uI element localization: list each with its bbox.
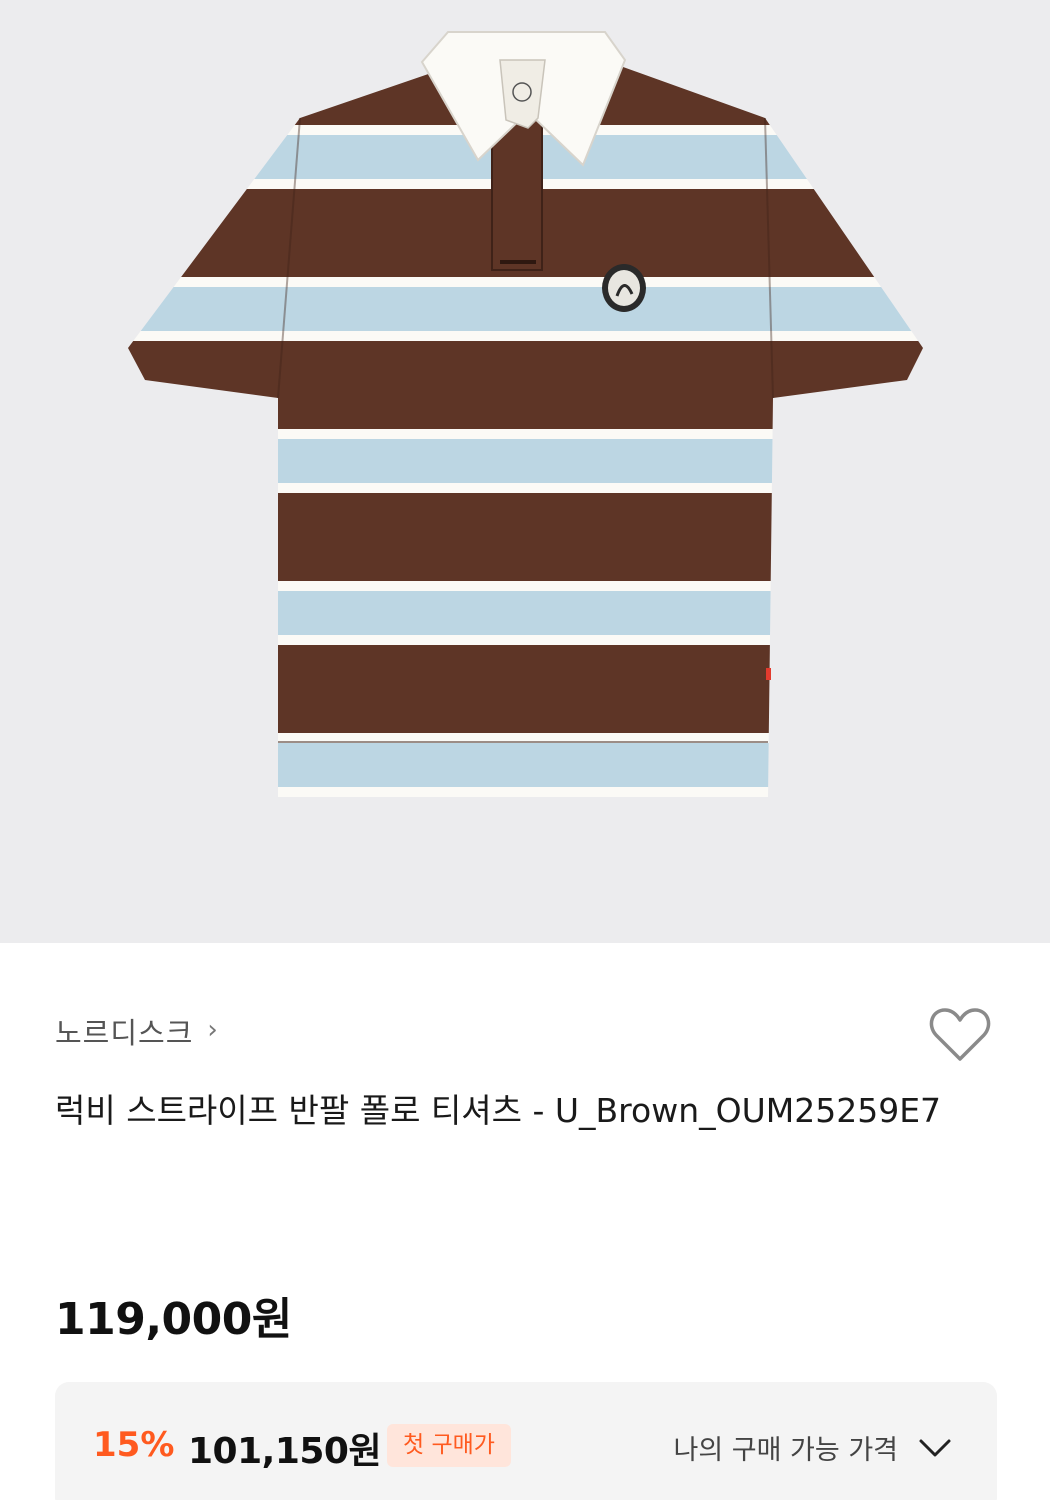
chevron-down-icon (919, 1439, 951, 1456)
brand-name[interactable]: 노르디스크 (55, 1010, 193, 1052)
brand-link[interactable]: 노르디스크 › (55, 1010, 218, 1052)
product-image (128, 31, 923, 797)
my-price-label: 나의 구매 가능 가격 (673, 1435, 898, 1466)
first-purchase-badge: 첫 구매가 (387, 1424, 511, 1467)
discount-price-box[interactable]: 15% 101,150원 첫 구매가 나의 구매 가능 가격 (55, 1382, 997, 1500)
chevron-right-icon: › (207, 1015, 218, 1045)
original-price: 119,000원 (55, 1294, 292, 1345)
discount-percent: 15% (93, 1425, 175, 1465)
discount-price: 101,150원 (188, 1431, 382, 1472)
product-image-area[interactable] (0, 0, 1050, 943)
my-price-toggle[interactable]: 나의 구매 가능 가격 (674, 1428, 952, 1467)
product-title: 럭비 스트라이프 반팔 폴로 티셔츠 - U_Brown_OUM25259E7 (55, 1091, 942, 1130)
heart-outline-icon[interactable] (928, 1006, 992, 1064)
